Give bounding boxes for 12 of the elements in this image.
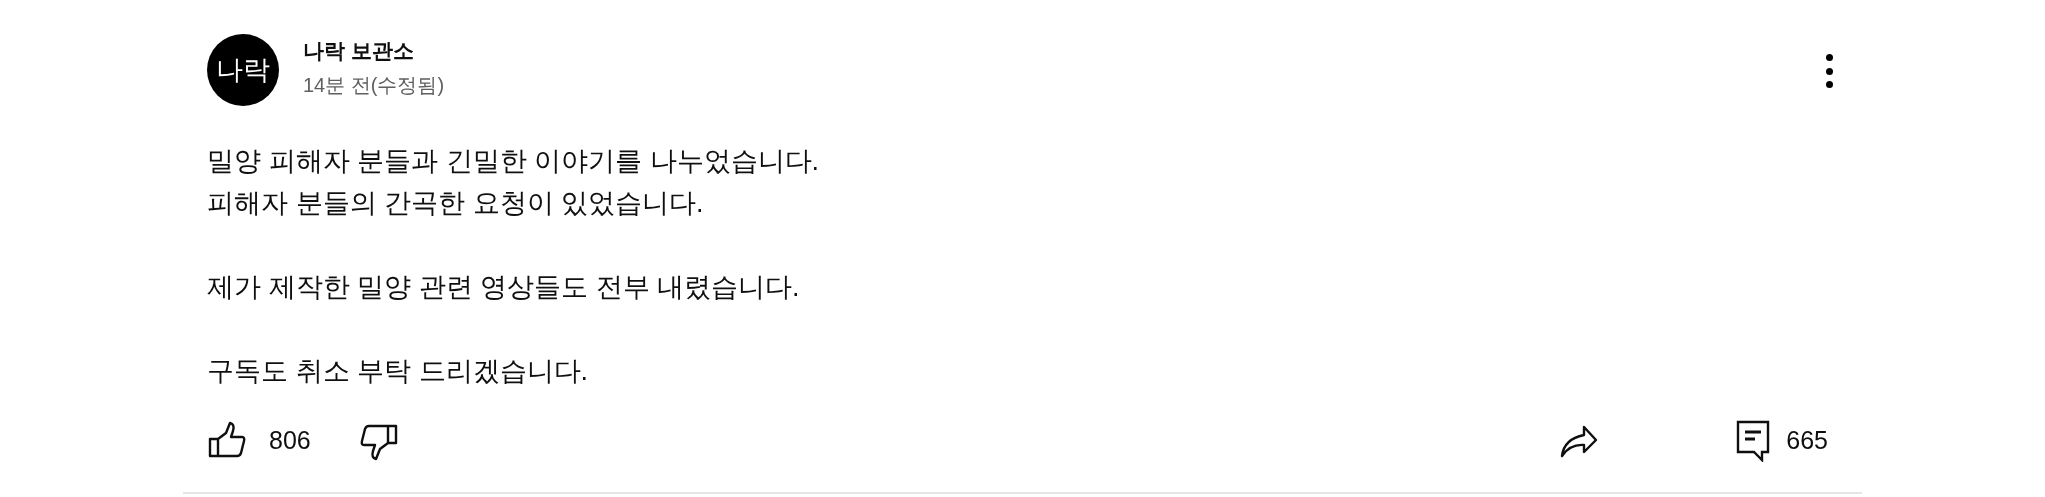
post-text-line: 피해자 분들의 간곡한 요청이 있었습니다. xyxy=(207,187,705,220)
post-text-line: 구독도 취소 부탁 드리겠습니다. xyxy=(207,355,589,388)
like-button[interactable]: 806 xyxy=(207,421,311,461)
author-name[interactable]: 나락 보관소 xyxy=(303,36,445,66)
post-time: 14분 전(수정됨) xyxy=(303,73,445,98)
channel-avatar[interactable]: 나락 xyxy=(207,34,279,106)
post-text-line: 밀양 피해자 분들과 긴밀한 이야기를 나누었습니다. xyxy=(207,145,820,178)
menu-icon[interactable] xyxy=(1824,54,1834,88)
comments-button[interactable]: 665 xyxy=(1736,420,1828,462)
comment-icon xyxy=(1736,420,1771,462)
post-text-line: 제가 제작한 밀양 관련 영상들도 전부 내렸습니다. xyxy=(207,271,801,304)
avatar-logo-text: 나락 xyxy=(216,52,270,87)
